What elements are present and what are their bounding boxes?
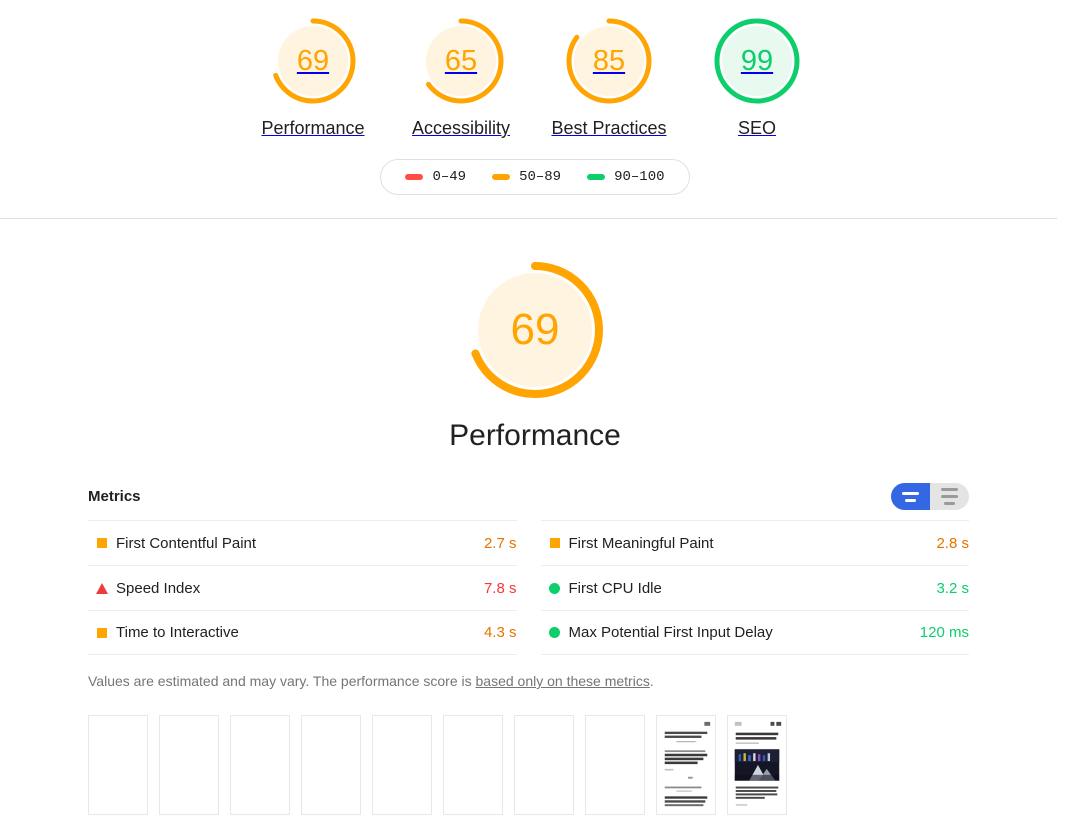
page-title: Performance (449, 419, 621, 453)
gauge-performance-large: 69 (461, 256, 609, 404)
disclaimer-text-before: Values are estimated and may vary. The p… (88, 673, 476, 689)
filmstrip-frame[interactable] (585, 715, 645, 815)
metric-row[interactable]: Max Potential First Input Delay 120 ms (541, 610, 970, 655)
metric-label: First Meaningful Paint (569, 535, 937, 552)
metrics-heading: Metrics (88, 488, 141, 505)
score-gauge-performance[interactable]: 69 Performance (239, 15, 387, 139)
metric-fail-triangle-icon (88, 583, 116, 594)
filmstrip-frame-text-render[interactable] (656, 715, 716, 815)
gauge-label: Best Practices (551, 118, 666, 139)
gauge-large-score-value: 69 (511, 308, 560, 352)
metrics-columns: First Contentful Paint 2.7 s Speed Index… (88, 520, 969, 655)
metrics-disclaimer: Values are estimated and may vary. The p… (88, 673, 969, 689)
filmstrip-frame-image-render[interactable] (727, 715, 787, 815)
gauge-score-value: 65 (445, 47, 477, 76)
metric-row[interactable]: Time to Interactive 4.3 s (88, 610, 517, 655)
metric-label: First CPU Idle (569, 580, 937, 597)
metrics-view-toggle[interactable] (891, 483, 969, 510)
legend-item-fail: 0–49 (405, 169, 466, 185)
legend-range-label: 90–100 (614, 169, 664, 185)
gauge-label: SEO (738, 118, 776, 139)
score-legend: 0–49 50–89 90–100 (0, 159, 1070, 195)
filmstrip-frame[interactable] (372, 715, 432, 815)
filmstrip-frame[interactable] (159, 715, 219, 815)
legend-range-label: 0–49 (432, 169, 466, 185)
metric-value: 4.3 s (484, 624, 517, 641)
disclaimer-text-after: . (650, 673, 654, 689)
filmstrip-view-toggle-icon[interactable] (891, 483, 930, 510)
metric-label: Max Potential First Input Delay (569, 624, 920, 641)
gauge-label: Accessibility (412, 118, 510, 139)
metrics-column-right: First Meaningful Paint 2.8 s First CPU I… (541, 520, 970, 655)
metrics-section: Metrics First Contentful Paint 2.7 s (88, 483, 969, 815)
legend-item-pass: 90–100 (587, 169, 664, 185)
gauge-label: Performance (261, 118, 364, 139)
metric-average-square-icon (541, 538, 569, 548)
gauge-score-value: 99 (741, 47, 773, 76)
metric-row[interactable]: First CPU Idle 3.2 s (541, 565, 970, 610)
gauge-accessibility: 65 (415, 15, 507, 107)
score-gauge-seo[interactable]: 99 SEO (683, 15, 831, 139)
legend-swatch-orange-icon (492, 174, 510, 180)
filmstrip-frame[interactable] (443, 715, 503, 815)
disclaimer-link[interactable]: based only on these metrics (476, 673, 650, 689)
metric-label: Time to Interactive (116, 624, 484, 641)
filmstrip-thumbnails (88, 715, 969, 815)
metric-row[interactable]: Speed Index 7.8 s (88, 565, 517, 610)
gauge-score-value: 69 (297, 47, 329, 76)
filmstrip-frame[interactable] (88, 715, 148, 815)
metric-value: 3.2 s (936, 580, 969, 597)
metric-row[interactable]: First Contentful Paint 2.7 s (88, 520, 517, 565)
gauge-performance: 69 (267, 15, 359, 107)
metric-pass-circle-icon (541, 627, 569, 638)
metric-label: First Contentful Paint (116, 535, 484, 552)
metric-row[interactable]: First Meaningful Paint 2.8 s (541, 520, 970, 565)
legend-range-label: 50–89 (519, 169, 561, 185)
metric-value: 120 ms (920, 624, 969, 641)
metric-average-square-icon (88, 538, 116, 548)
metrics-column-left: First Contentful Paint 2.7 s Speed Index… (88, 520, 517, 655)
score-gauge-accessibility[interactable]: 65 Accessibility (387, 15, 535, 139)
legend-swatch-red-icon (405, 174, 423, 180)
score-legend-pill: 0–49 50–89 90–100 (380, 159, 689, 195)
filmstrip-frame[interactable] (230, 715, 290, 815)
metric-value: 7.8 s (484, 580, 517, 597)
legend-item-average: 50–89 (492, 169, 561, 185)
performance-category-header: 69 Performance (0, 219, 1070, 453)
legend-swatch-green-icon (587, 174, 605, 180)
list-view-toggle-icon[interactable] (930, 483, 969, 510)
gauge-best-practices: 85 (563, 15, 655, 107)
metric-average-square-icon (88, 628, 116, 638)
metric-label: Speed Index (116, 580, 484, 597)
gauge-seo: 99 (711, 15, 803, 107)
filmstrip-frame[interactable] (301, 715, 361, 815)
metric-value: 2.7 s (484, 535, 517, 552)
metric-value: 2.8 s (936, 535, 969, 552)
filmstrip-frame[interactable] (514, 715, 574, 815)
score-gauge-best-practices[interactable]: 85 Best Practices (535, 15, 683, 139)
metrics-header-row: Metrics (88, 483, 969, 520)
category-score-strip: 69 Performance 65 Accessibility 85 Best … (0, 0, 1070, 139)
metric-pass-circle-icon (541, 583, 569, 594)
gauge-score-value: 85 (593, 47, 625, 76)
